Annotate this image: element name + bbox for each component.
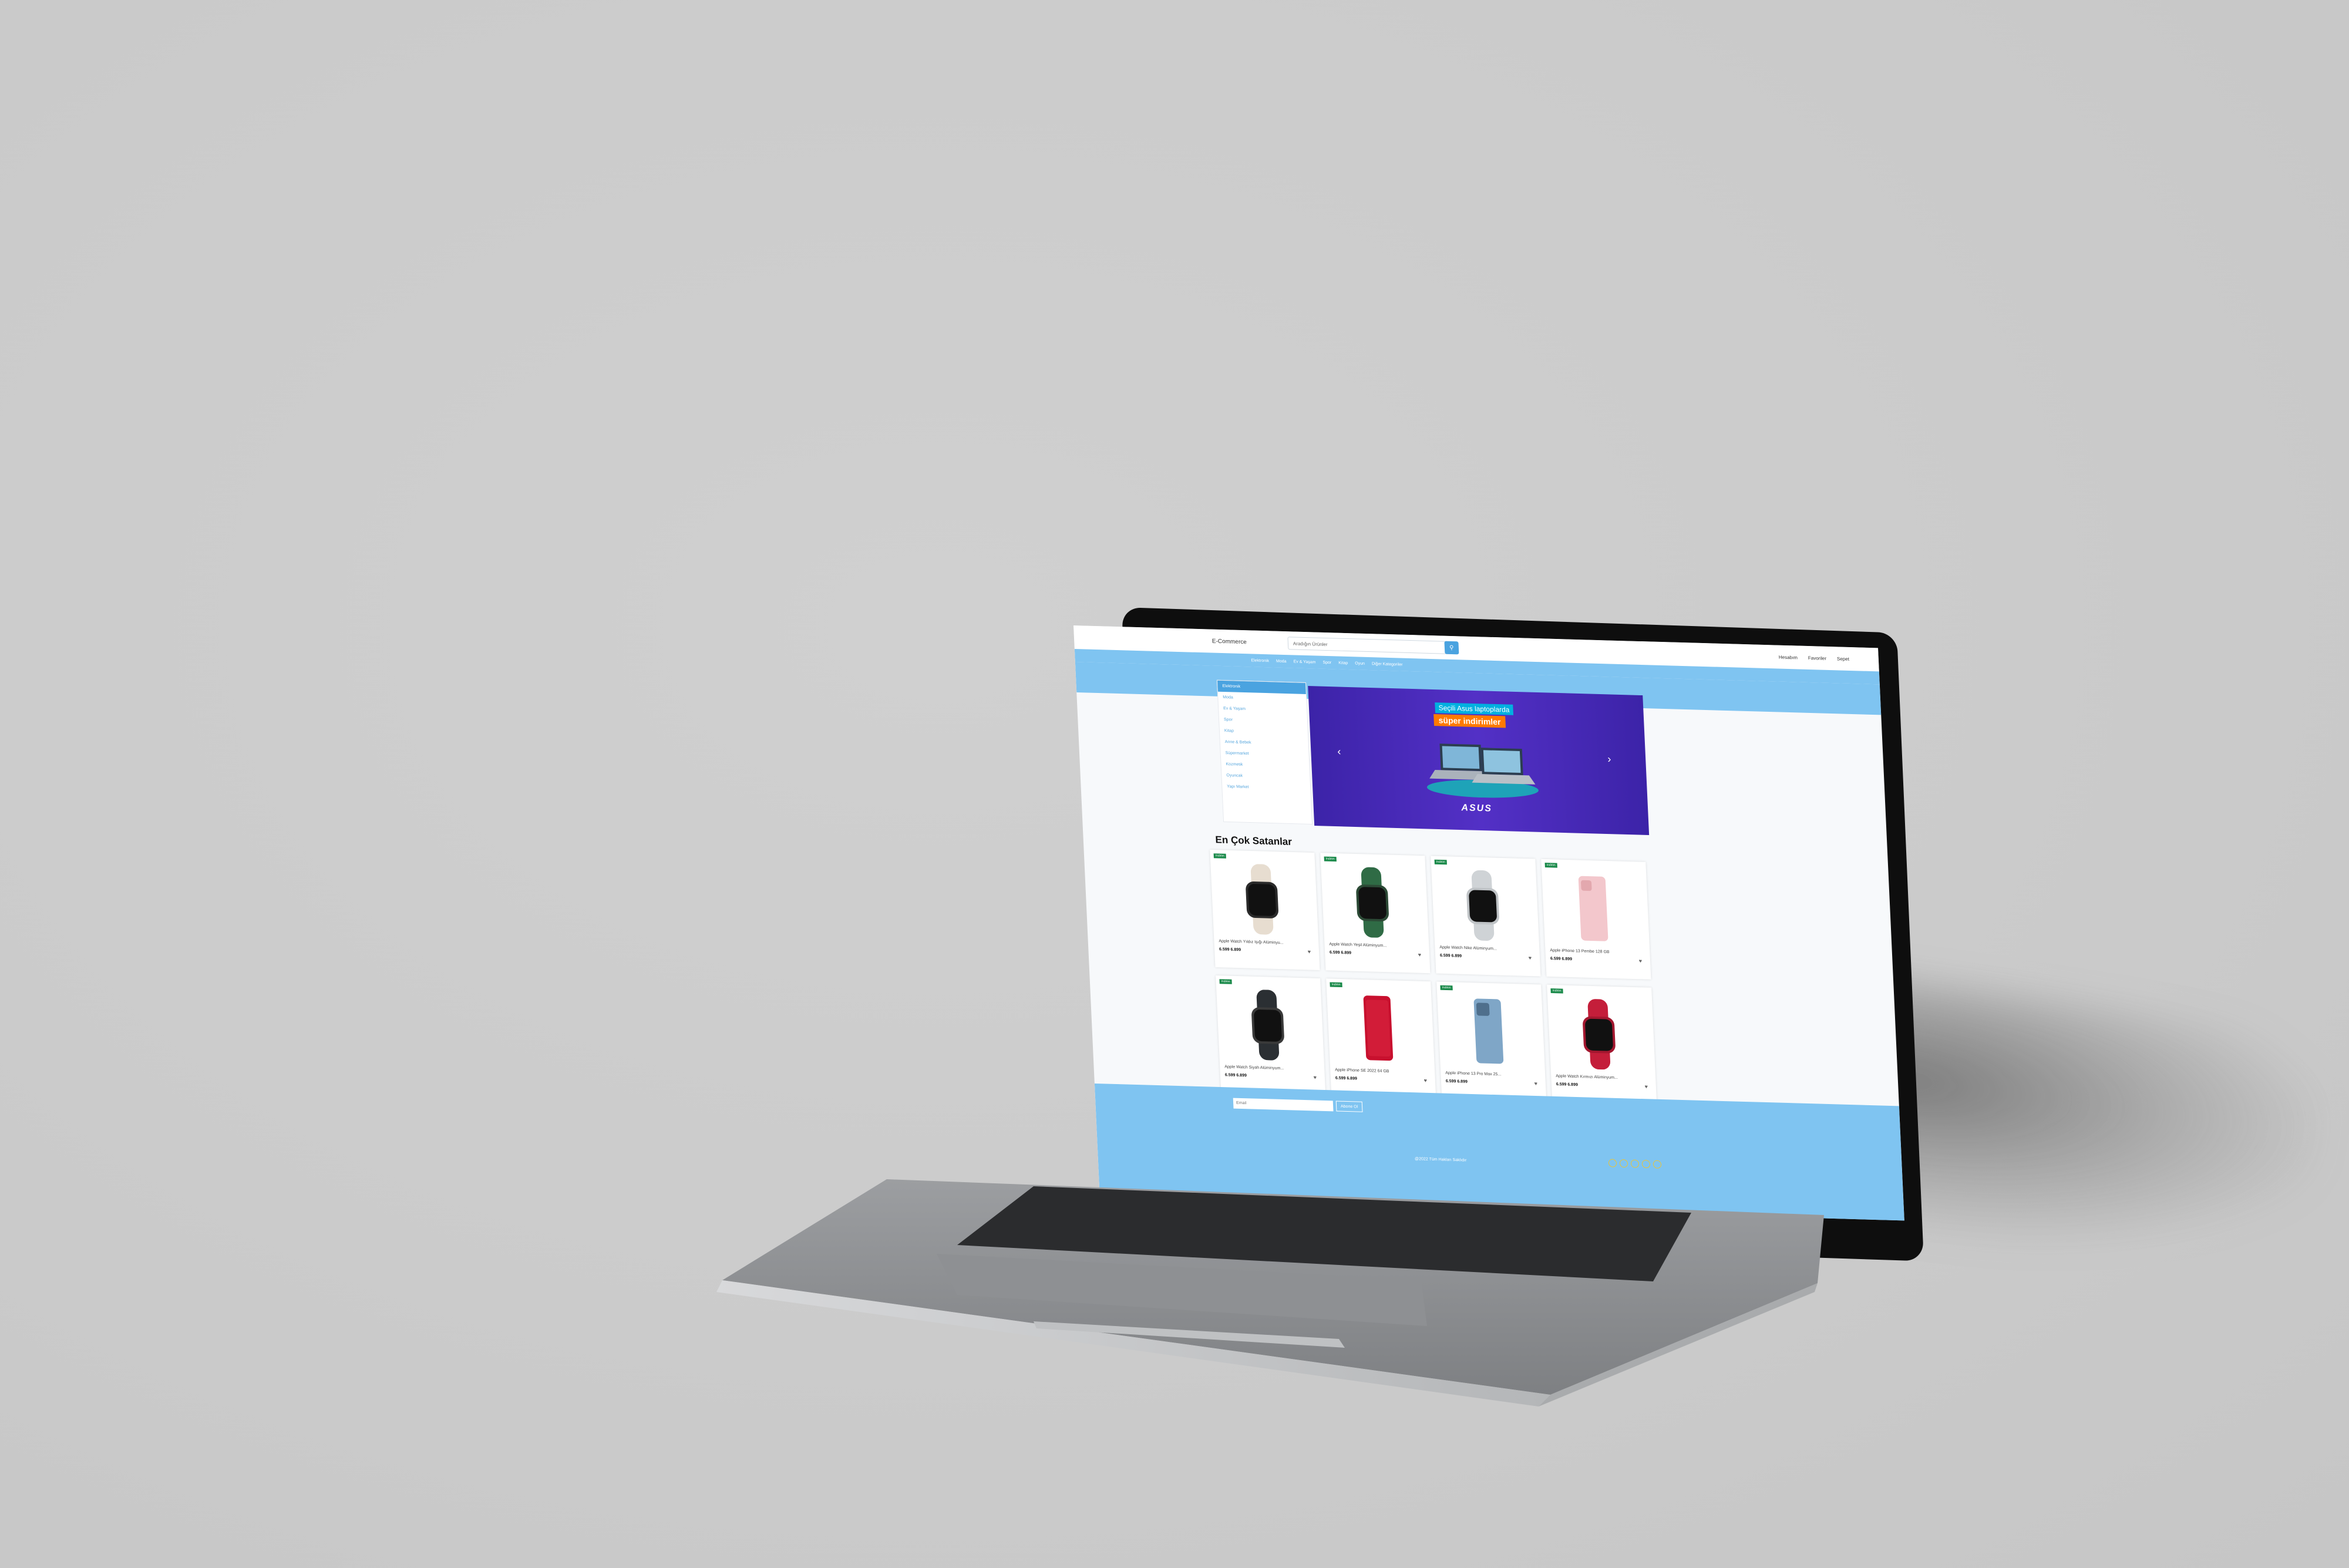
laptop-base xyxy=(716,1179,1824,1407)
